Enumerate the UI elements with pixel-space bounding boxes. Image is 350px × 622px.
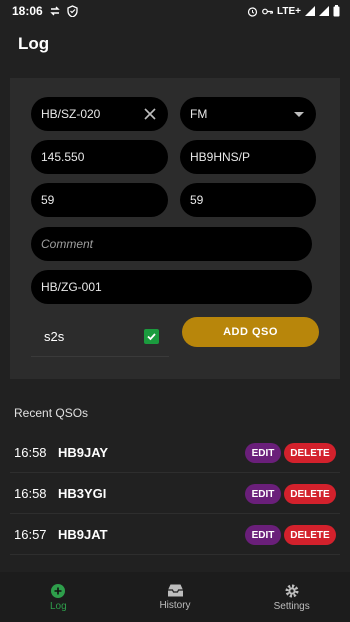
qso-row: 16:57 HB9JAT EDIT DELETE: [10, 515, 340, 555]
rst-received-value: 59: [190, 193, 204, 207]
check-icon: [147, 333, 156, 341]
network-label: LTE+: [277, 5, 301, 17]
rst-sent-value: 59: [41, 193, 55, 207]
delete-button[interactable]: DELETE: [284, 484, 336, 504]
nav-item-history[interactable]: History: [117, 572, 234, 622]
battery-icon: [333, 5, 340, 17]
callsign-input[interactable]: HB9HNS/P: [180, 140, 316, 174]
qso-callsign: HB9JAY: [58, 445, 109, 460]
s2s-label: s2s: [44, 329, 65, 344]
add-qso-button[interactable]: ADD QSO: [182, 317, 319, 347]
qso-callsign: HB9JAT: [58, 527, 108, 542]
s2s-ref-input[interactable]: HB/ZG-001: [31, 270, 312, 304]
rst-received-input[interactable]: 59: [180, 183, 316, 217]
delete-button[interactable]: DELETE: [284, 525, 336, 545]
s2s-checkbox[interactable]: [144, 329, 159, 344]
key-icon: [262, 8, 274, 14]
nav-label: History: [159, 600, 191, 611]
nav-item-log[interactable]: Log: [0, 572, 117, 622]
alarm-icon: [247, 6, 258, 17]
mode-value: FM: [190, 107, 208, 121]
bottom-navigation: Log History Settings: [0, 572, 350, 622]
qso-time: 16:57: [14, 527, 47, 542]
gear-icon: [285, 584, 299, 597]
callsign-value: HB9HNS/P: [190, 150, 251, 164]
edit-button[interactable]: EDIT: [245, 443, 281, 463]
qso-callsign: HB3YGI: [58, 486, 107, 501]
edit-button[interactable]: EDIT: [245, 484, 281, 504]
recent-qsos-title: Recent QSOs: [14, 406, 89, 420]
summit-ref-value: HB/SZ-020: [41, 107, 101, 121]
chevron-down-icon: [294, 112, 304, 117]
nav-item-settings[interactable]: Settings: [233, 572, 350, 622]
qso-time: 16:58: [14, 445, 47, 460]
inbox-icon: [167, 584, 183, 597]
shield-icon: [67, 5, 78, 17]
signal-icon: [319, 6, 329, 16]
status-bar: 18:06 LTE+: [0, 0, 350, 22]
summit-ref-input[interactable]: HB/SZ-020: [31, 97, 168, 131]
qso-row: 16:58 HB3YGI EDIT DELETE: [10, 474, 340, 514]
frequency-value: 145.550: [41, 150, 85, 164]
delete-button[interactable]: DELETE: [284, 443, 336, 463]
sync-icon: [50, 6, 60, 16]
clear-icon[interactable]: [140, 104, 160, 124]
edit-button[interactable]: EDIT: [245, 525, 281, 545]
qso-row: 16:58 HB9JAY EDIT DELETE: [10, 433, 340, 473]
mode-select[interactable]: FM: [180, 97, 316, 131]
signal-icon: [305, 6, 315, 16]
s2s-toggle-row[interactable]: s2s: [31, 317, 169, 357]
qso-time: 16:58: [14, 486, 47, 501]
comment-input[interactable]: Comment: [31, 227, 312, 261]
s2s-ref-value: HB/ZG-001: [41, 280, 102, 294]
nav-label: Log: [49, 600, 67, 612]
nav-label: Settings: [273, 600, 310, 612]
frequency-input[interactable]: 145.550: [31, 140, 168, 174]
page-title: Log: [18, 34, 50, 53]
rst-sent-input[interactable]: 59: [31, 183, 168, 217]
status-time: 18:06: [12, 4, 43, 18]
add-circle-icon: [51, 583, 66, 598]
comment-placeholder: Comment: [41, 237, 94, 251]
